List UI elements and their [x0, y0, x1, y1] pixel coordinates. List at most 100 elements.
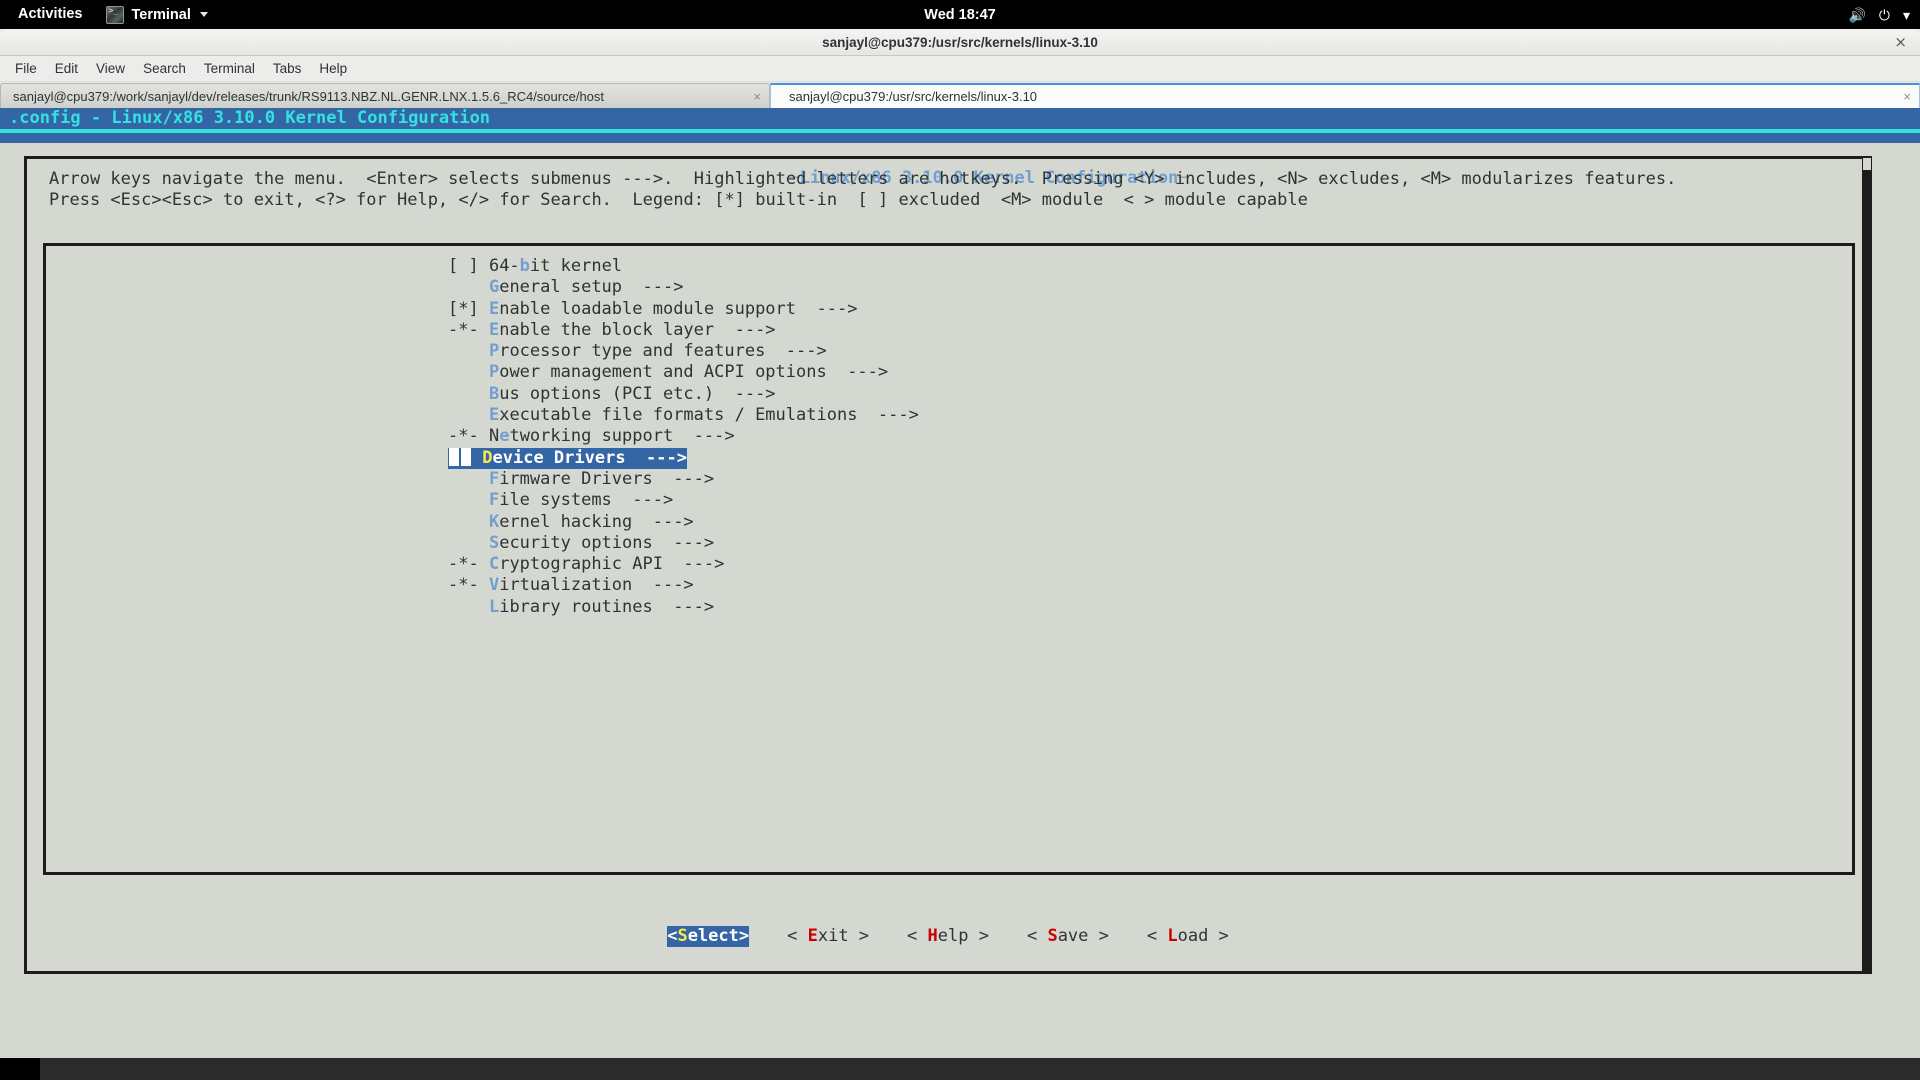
menu-item-cryptographic-api[interactable]: -*- Cryptographic API ---> [448, 554, 919, 575]
dialog-scrollbar[interactable] [1862, 156, 1872, 974]
menu-item-hotkey: F [488, 490, 500, 511]
menu-item-device-drivers[interactable]: Device Drivers ---> [448, 447, 687, 469]
menu-row: Kernel hacking ---> [448, 512, 919, 533]
power-icon[interactable]: ⏻ [1879, 8, 1890, 22]
menu-item-label: rocessor type and features ---> [499, 341, 827, 362]
menu-item-label: ile systems ---> [499, 490, 674, 511]
topbar-app-menu[interactable]: Terminal [96, 0, 217, 29]
menu-item-label-pre: 64- [488, 256, 520, 276]
menu-row: Power management and ACPI options ---> [448, 362, 919, 383]
menu-row: Device Drivers ---> [448, 447, 919, 469]
menu-item-flag [448, 533, 489, 553]
menu-item-hotkey: K [488, 511, 500, 532]
menu-edit[interactable]: Edit [46, 56, 87, 82]
menu-item-hotkey: P [488, 341, 500, 362]
button-label: elp > [937, 925, 989, 946]
menu-item-label: ryptographic API ---> [499, 554, 725, 575]
menu-item-hotkey: E [488, 298, 500, 319]
terminal-content[interactable]: .config - Linux/x86 3.10.0 Kernel Config… [0, 108, 1920, 1080]
menu-item-label: nable loadable module support ---> [499, 298, 858, 319]
window-titlebar: sanjayl@cpu379:/usr/src/kernels/linux-3.… [0, 29, 1920, 56]
menu-item-enable-the-block-layer[interactable]: -*- Enable the block layer ---> [448, 320, 919, 341]
menu-item-executable-file-formats-emulations[interactable]: Executable file formats / Emulations ---… [448, 405, 919, 426]
menu-item-enable-loadable-module-support[interactable]: [*] Enable loadable module support ---> [448, 299, 919, 320]
menu-item-hotkey: S [488, 532, 500, 553]
menu-item-hotkey: F [488, 468, 500, 489]
menu-item-power-management-and-acpi-options[interactable]: Power management and ACPI options ---> [448, 362, 919, 383]
menu-help[interactable]: Help [310, 56, 356, 82]
terminal-icon [106, 5, 125, 24]
menu-item-bus-options-pci-etc[interactable]: Bus options (PCI etc.) ---> [448, 384, 919, 405]
menu-terminal[interactable]: Terminal [195, 56, 264, 82]
menu-item-label: tworking support ---> [509, 426, 735, 447]
button-label: ave > [1057, 925, 1109, 946]
tab-bar: sanjayl@cpu379:/work/sanjayl/dev/release… [0, 82, 1920, 108]
menu-item-flag: [ ] [448, 256, 489, 276]
menu-item-flag [448, 362, 489, 382]
menu-search[interactable]: Search [134, 56, 195, 82]
gnome-top-bar: Activities Terminal Wed 18:47 🔊 ⏻ ▾ [0, 0, 1920, 29]
menu-item-flag [448, 405, 489, 425]
button-help[interactable]: < Help > [907, 926, 989, 947]
close-icon[interactable]: × [1895, 90, 1911, 103]
button-select[interactable]: <Select> [667, 925, 750, 947]
menu-item-hotkey: e [499, 426, 510, 447]
menu-item-flag [448, 277, 489, 297]
menu-item-label: ower management and ACPI options ---> [499, 362, 889, 383]
menu-item-general-setup[interactable]: General setup ---> [448, 277, 919, 298]
menu-row: File systems ---> [448, 490, 919, 511]
button-hotkey: H [927, 925, 938, 946]
menu-row: Firmware Drivers ---> [448, 469, 919, 490]
menu-item-kernel-hacking[interactable]: Kernel hacking ---> [448, 512, 919, 533]
menu-item-flag [448, 490, 489, 510]
button-bracket-left: < [1146, 925, 1168, 946]
menu-file[interactable]: File [6, 56, 46, 82]
button-hotkey: E [807, 925, 818, 946]
selection-cursor [449, 447, 459, 466]
menu-row: [ ] 64-bit kernel [448, 256, 919, 277]
menu-list: [ ] 64-bit kernel General setup ---> [*] … [448, 256, 919, 618]
menu-item-label: eneral setup ---> [499, 277, 684, 298]
button-bracket-left: < [787, 925, 808, 946]
menu-item-label: xecutable file formats / Emulations ---> [499, 405, 919, 426]
button-exit[interactable]: < Exit > [787, 926, 869, 947]
menu-item-hotkey: B [488, 383, 500, 404]
menu-item-label: irmware Drivers ---> [499, 468, 715, 489]
menu-item-security-options[interactable]: Security options ---> [448, 533, 919, 554]
menu-item-hotkey: D [482, 447, 493, 468]
button-row: <Select> < Exit > < Help > < Save > < Load > [27, 925, 1869, 947]
close-icon[interactable]: × [745, 90, 761, 103]
scrollbar-thumb[interactable] [1863, 158, 1871, 170]
menu-item-networking-support[interactable]: -*- Networking support ---> [448, 426, 919, 447]
button-bracket-left: < [1026, 925, 1048, 946]
activities-button[interactable]: Activities [0, 0, 96, 29]
menu-row: -*- Networking support ---> [448, 426, 919, 447]
menu-item-library-routines[interactable]: Library routines ---> [448, 597, 919, 618]
menu-item-label-pre: N [488, 426, 500, 447]
menu-tabs[interactable]: Tabs [264, 56, 311, 82]
menu-item-flag: -*- [448, 575, 489, 596]
menu-item-virtualization[interactable]: -*- Virtualization ---> [448, 575, 919, 596]
menubar: File Edit View Search Terminal Tabs Help [0, 56, 1920, 82]
chevron-down-icon[interactable]: ▾ [1903, 8, 1910, 22]
button-hotkey: S [677, 925, 688, 946]
button-label: oad > [1177, 925, 1229, 946]
button-save[interactable]: < Save > [1027, 926, 1109, 947]
button-load[interactable]: < Load > [1147, 926, 1229, 947]
close-icon[interactable]: × [1894, 29, 1907, 56]
menu-item-processor-type-and-features[interactable]: Processor type and features ---> [448, 341, 919, 362]
menu-item-file-systems[interactable]: File systems ---> [448, 490, 919, 511]
tab-linux-kernel[interactable]: sanjayl@cpu379:/usr/src/kernels/linux-3.… [770, 83, 1920, 108]
volume-icon[interactable]: 🔊 [1848, 8, 1865, 22]
menu-view[interactable]: View [87, 56, 134, 82]
menu-item-64-bit-kernel[interactable]: [ ] 64-bit kernel [448, 256, 919, 277]
clock[interactable]: Wed 18:47 [0, 7, 1920, 23]
menuconfig-header: .config - Linux/x86 3.10.0 Kernel Config… [0, 108, 1920, 129]
menu-item-flag: -*- [448, 426, 489, 447]
menu-item-label: evice Drivers ---> [492, 447, 687, 468]
tab-source-host[interactable]: sanjayl@cpu379:/work/sanjayl/dev/release… [0, 83, 770, 108]
menu-item-firmware-drivers[interactable]: Firmware Drivers ---> [448, 469, 919, 490]
system-tray[interactable]: 🔊 ⏻ ▾ [1848, 0, 1910, 29]
button-label: elect> [687, 925, 750, 946]
menu-row: General setup ---> [448, 277, 919, 298]
